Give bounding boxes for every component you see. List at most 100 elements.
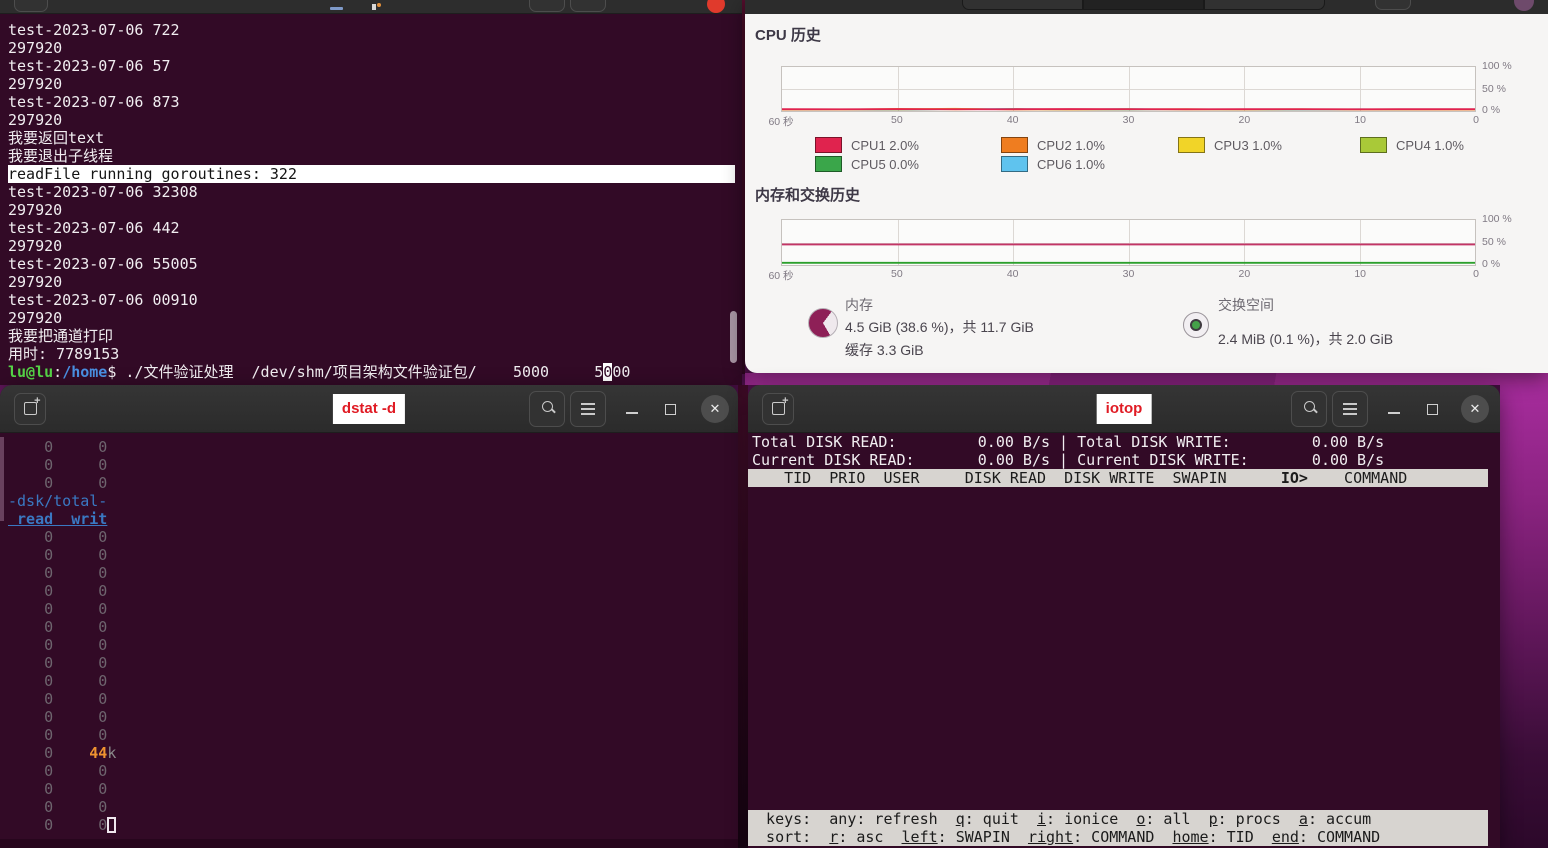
- memory-y-tick: 0 %: [1482, 258, 1501, 270]
- dstat-row: 0 0: [8, 618, 108, 636]
- dstat-output[interactable]: 0 0 0 0 0 0 -dsk/total- read writ 0 0 0 0…: [0, 433, 738, 848]
- maximize-button[interactable]: [665, 404, 676, 415]
- view-switcher: 进程 资源 文件系统: [962, 0, 1325, 10]
- menu-button[interactable]: [1332, 391, 1368, 427]
- dstat-row: 0 0: [8, 708, 108, 726]
- iotop-output[interactable]: Total DISK READ: 0.00 B/s | Total DISK W…: [748, 433, 1500, 848]
- terminal-line: test-2023-07-06 442: [8, 219, 180, 237]
- x-tick-label: 20: [1238, 114, 1251, 126]
- memory-label: 内存: [845, 297, 873, 313]
- memory-y-tick: 50 %: [1482, 236, 1506, 248]
- iotop-column-header: TID PRIO USER DISK READ DISK WRITE SWAPI…: [748, 469, 1488, 487]
- menu-button[interactable]: [570, 0, 606, 12]
- dstat-row: 0 0: [8, 816, 738, 834]
- search-icon: [1303, 401, 1315, 412]
- x-tick-label: 50: [890, 268, 903, 280]
- dstat-row: 0 0: [8, 762, 108, 780]
- terminal-line: readFile running goroutines: 322: [8, 165, 735, 183]
- cpu-y-tick: 0 %: [1482, 104, 1501, 116]
- dstat-row: 0 0: [8, 546, 108, 564]
- menu-button[interactable]: [1375, 0, 1411, 10]
- x-tick-label: 20: [1238, 268, 1251, 280]
- terminal-main-output[interactable]: test-2023-07-06 722 297920 test-2023-07-06…: [0, 14, 742, 385]
- terminal-line: test-2023-07-06 32308: [8, 183, 198, 201]
- x-tick-label: 10: [1354, 114, 1366, 126]
- iotop-titlebar: iotop ✕: [748, 385, 1500, 433]
- dstat-row: 0 0: [8, 600, 108, 618]
- dstat-row: 0 0: [8, 474, 108, 492]
- search-button[interactable]: [529, 391, 565, 427]
- terminal-line: test-2023-07-06 57: [8, 57, 171, 75]
- new-tab-button[interactable]: [14, 0, 48, 12]
- search-icon: [541, 401, 553, 412]
- cpu-history-chart: [781, 66, 1476, 112]
- swap-pie-icon: [1183, 312, 1209, 338]
- legend-swatch: [815, 137, 842, 153]
- system-monitor-window: 进程 资源 文件系统 CPU 历史 60 秒50403020100 100 % …: [745, 0, 1548, 373]
- terminal-line: 我要退出子线程: [8, 147, 114, 165]
- scrollbar-thumb[interactable]: [730, 311, 737, 363]
- dstat-row: 0 0: [8, 564, 108, 582]
- tab-filesystems[interactable]: 文件系统: [1204, 0, 1325, 10]
- titlebar-text-fragment: [330, 7, 343, 10]
- tab-resources[interactable]: 资源: [1083, 0, 1204, 10]
- x-tick-label: 30: [1122, 114, 1135, 126]
- dstat-row: 0 0: [8, 726, 108, 744]
- x-tick-label: 0: [1473, 268, 1479, 280]
- legend-swatch: [815, 156, 842, 172]
- legend-label: CPU4 1.0%: [1396, 137, 1464, 153]
- search-button[interactable]: [1291, 391, 1327, 427]
- x-tick-label: 10: [1354, 268, 1366, 280]
- terminal-line: 297920: [8, 39, 63, 57]
- terminal-bottom-edge: [0, 839, 738, 848]
- terminal-main-titlebar: [0, 0, 742, 14]
- terminal-window-iotop: iotop ✕ Total DISK READ: 0.00 B/s | Tota…: [748, 385, 1500, 848]
- x-tick-label: 50: [890, 114, 903, 126]
- menu-button[interactable]: [570, 391, 606, 427]
- dstat-row: 0 0: [8, 582, 108, 600]
- memory-history-title: 内存和交换历史: [755, 187, 861, 204]
- legend-label: CPU6 1.0%: [1037, 156, 1105, 172]
- minimize-button[interactable]: [626, 412, 638, 414]
- memory-x-axis: 60 秒 50 40 30 20 10 0: [768, 268, 1479, 282]
- legend-swatch: [1001, 137, 1028, 153]
- dstat-row: -dsk/total-: [8, 492, 108, 510]
- iotop-keys-line: keys: any: refresh q: quit i: ionice o: …: [748, 810, 1372, 828]
- titlebar-text-fragment: [377, 3, 381, 7]
- dstat-row: 0 0: [8, 528, 108, 546]
- legend-label: CPU5 0.0%: [851, 156, 919, 172]
- terminal-line: test-2023-07-06 873: [8, 93, 180, 111]
- new-tab-button[interactable]: [14, 393, 46, 425]
- new-tab-button[interactable]: [762, 393, 794, 425]
- terminal-cursor: [107, 817, 117, 833]
- minimize-button[interactable]: [1388, 412, 1400, 414]
- legend-label: CPU3 1.0%: [1214, 137, 1282, 153]
- dstat-row: 0 0: [8, 456, 108, 474]
- scrollbar-thumb[interactable]: [0, 437, 4, 521]
- dstat-row: 0 0: [8, 690, 108, 708]
- iotop-sort-line: sort: r: asc left: SWAPIN right: COMMAND…: [748, 828, 1381, 846]
- maximize-button[interactable]: [1427, 404, 1438, 415]
- iotop-total-line: Total DISK READ: 0.00 B/s | Total DISK W…: [752, 433, 1385, 451]
- close-button[interactable]: ✕: [701, 395, 729, 423]
- legend-swatch: [1178, 137, 1205, 153]
- dstat-row: 0 44k: [8, 744, 117, 762]
- close-button[interactable]: [707, 0, 725, 13]
- memory-pie-icon: [808, 308, 838, 338]
- memory-usage: 4.5 GiB (38.6 %)，共 11.7 GiB: [845, 319, 1034, 335]
- cpu-x-axis: 60 秒 50 40 30 20 10 0: [768, 114, 1478, 128]
- search-button[interactable]: [529, 0, 565, 12]
- tab-processes[interactable]: 进程: [962, 0, 1083, 10]
- system-monitor-headerbar: 进程 资源 文件系统: [745, 0, 1548, 14]
- hamburger-menu-icon: [581, 403, 595, 415]
- terminal-line: test-2023-07-06 00910: [8, 291, 198, 309]
- terminal-line: 297920: [8, 309, 63, 327]
- memory-cache: 缓存 3.3 GiB: [845, 342, 924, 358]
- iotop-current-line: Current DISK READ: 0.00 B/s | Current DI…: [752, 451, 1385, 469]
- close-button[interactable]: ✕: [1461, 395, 1489, 423]
- legend-item: CPU4 1.0%: [1360, 136, 1464, 154]
- x-tick-label: 40: [1006, 114, 1019, 126]
- dstat-row: 0 0: [8, 654, 108, 672]
- close-button[interactable]: [1514, 0, 1534, 11]
- wallpaper-band: [745, 373, 1548, 385]
